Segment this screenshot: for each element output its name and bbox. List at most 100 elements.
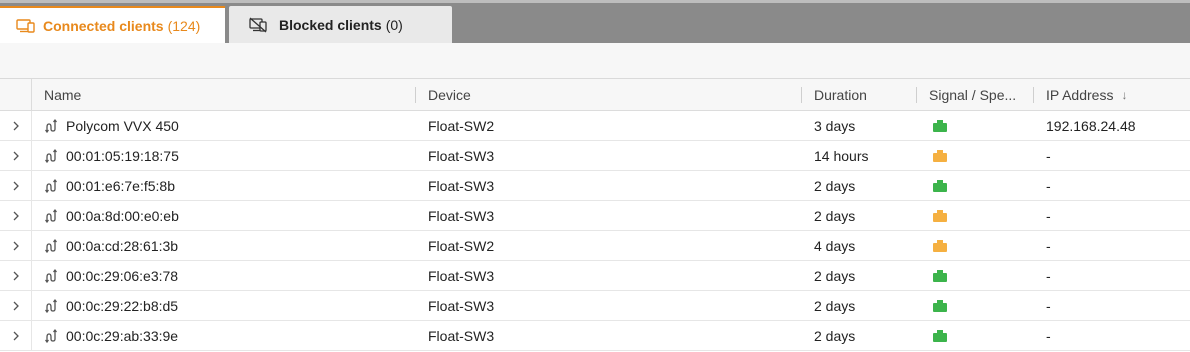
cell-duration: 2 days (802, 291, 917, 320)
ethernet-port-icon (932, 149, 948, 163)
expand-row-button[interactable] (0, 141, 32, 170)
duration-value: 2 days (814, 267, 856, 284)
ethernet-port-icon (932, 239, 948, 253)
client-name: 00:0c:29:22:b8:d5 (66, 297, 179, 314)
cell-ip-address: - (1034, 321, 1190, 350)
chevron-right-icon (12, 121, 20, 131)
table-row[interactable]: 00:0c:29:ab:33:9e Float-SW3 2 days - (0, 321, 1190, 351)
duration-value: 2 days (814, 177, 856, 194)
wired-client-icon (45, 238, 61, 254)
ethernet-port-icon (932, 209, 948, 223)
cell-signal (917, 231, 1034, 260)
cell-ip-address: - (1034, 201, 1190, 230)
expand-row-button[interactable] (0, 321, 32, 350)
column-header-name[interactable]: Name (32, 79, 416, 110)
table-body: Polycom VVX 450 Float-SW2 3 days 192.168.24… (0, 111, 1190, 351)
expand-row-button[interactable] (0, 231, 32, 260)
column-header-ip-address[interactable]: IP Address ↓ (1034, 79, 1190, 110)
duration-value: 3 days (814, 117, 856, 134)
wired-client-icon (45, 148, 61, 164)
expand-row-button[interactable] (0, 111, 32, 140)
cell-device: Float-SW3 (416, 201, 802, 230)
client-name: 00:0a:8d:00:e0:eb (66, 207, 179, 224)
cell-signal (917, 111, 1034, 140)
toolbar (0, 43, 1190, 79)
cell-device: Float-SW3 (416, 291, 802, 320)
wired-client-icon (45, 178, 61, 194)
ip-address-value: - (1046, 267, 1051, 284)
cell-name: 00:0a:8d:00:e0:eb (32, 201, 416, 230)
cell-name: 00:0c:29:ab:33:9e (32, 321, 416, 350)
chevron-right-icon (12, 211, 20, 221)
ethernet-port-icon (932, 299, 948, 313)
table-row[interactable]: Polycom VVX 450 Float-SW2 3 days 192.168.24… (0, 111, 1190, 141)
client-name: 00:0c:29:ab:33:9e (66, 327, 179, 344)
devices-icon (16, 18, 36, 34)
cell-device: Float-SW2 (416, 231, 802, 260)
chevron-right-icon (12, 151, 20, 161)
device-name: Float-SW3 (428, 297, 495, 314)
ethernet-port-icon (932, 119, 948, 133)
cell-signal (917, 261, 1034, 290)
cell-ip-address: 192.168.24.48 (1034, 111, 1190, 140)
column-label: Signal / Spe... (929, 86, 1017, 103)
ip-address-value: - (1046, 297, 1051, 314)
cell-ip-address: - (1034, 231, 1190, 260)
cell-signal (917, 171, 1034, 200)
tab-count: (0) (385, 16, 403, 33)
table-row[interactable]: 00:0c:29:06:e3:78 Float-SW3 2 days - (0, 261, 1190, 291)
column-header-device[interactable]: Device (416, 79, 802, 110)
sort-descending-icon[interactable]: ↓ (1121, 88, 1127, 102)
cell-duration: 4 days (802, 231, 917, 260)
ethernet-port-icon (932, 179, 948, 193)
client-name: Polycom VVX 450 (66, 117, 179, 134)
column-label: Name (44, 86, 82, 103)
wired-client-icon (45, 268, 61, 284)
client-name: 00:01:e6:7e:f5:8b (66, 177, 175, 194)
column-header-signal[interactable]: Signal / Spe... (917, 79, 1034, 110)
cell-device: Float-SW2 (416, 111, 802, 140)
cell-ip-address: - (1034, 291, 1190, 320)
tab-blocked-clients[interactable]: Blocked clients (0) (229, 6, 452, 43)
expand-row-button[interactable] (0, 171, 32, 200)
cell-duration: 2 days (802, 321, 917, 350)
duration-value: 4 days (814, 237, 856, 254)
clients-table: Name Device Duration Signal / Spe... IP … (0, 79, 1190, 351)
cell-ip-address: - (1034, 261, 1190, 290)
tab-strip: Connected clients (124) Blocked clients … (0, 3, 1190, 43)
cell-duration: 2 days (802, 201, 917, 230)
table-row[interactable]: 00:01:e6:7e:f5:8b Float-SW3 2 days - (0, 171, 1190, 201)
cell-signal (917, 321, 1034, 350)
cell-name: Polycom VVX 450 (32, 111, 416, 140)
table-row[interactable]: 00:0a:cd:28:61:3b Float-SW2 4 days - (0, 231, 1190, 261)
tab-count: (124) (167, 17, 201, 34)
table-row[interactable]: 00:0c:29:22:b8:d5 Float-SW3 2 days - (0, 291, 1190, 321)
device-name: Float-SW3 (428, 177, 495, 194)
cell-ip-address: - (1034, 141, 1190, 170)
tab-connected-clients[interactable]: Connected clients (124) (0, 6, 225, 43)
chevron-right-icon (12, 181, 20, 191)
device-name: Float-SW3 (428, 267, 495, 284)
blocked-device-icon (248, 17, 268, 33)
cell-name: 00:01:e6:7e:f5:8b (32, 171, 416, 200)
expand-row-button[interactable] (0, 261, 32, 290)
wired-client-icon (45, 118, 61, 134)
tab-label: Connected clients (43, 17, 164, 34)
client-name: 00:01:05:19:18:75 (66, 147, 179, 164)
table-row[interactable]: 00:01:05:19:18:75 Float-SW3 14 hours - (0, 141, 1190, 171)
table-header: Name Device Duration Signal / Spe... IP … (0, 79, 1190, 111)
device-name: Float-SW3 (428, 327, 495, 344)
expand-row-button[interactable] (0, 201, 32, 230)
ip-address-value: - (1046, 327, 1051, 344)
table-row[interactable]: 00:0a:8d:00:e0:eb Float-SW3 2 days - (0, 201, 1190, 231)
wired-client-icon (45, 208, 61, 224)
wired-client-icon (45, 298, 61, 314)
cell-device: Float-SW3 (416, 171, 802, 200)
ethernet-port-icon (932, 269, 948, 283)
cell-ip-address: - (1034, 171, 1190, 200)
cell-signal (917, 291, 1034, 320)
chevron-right-icon (12, 241, 20, 251)
column-header-duration[interactable]: Duration (802, 79, 917, 110)
column-label: Device (428, 86, 471, 103)
expand-row-button[interactable] (0, 291, 32, 320)
